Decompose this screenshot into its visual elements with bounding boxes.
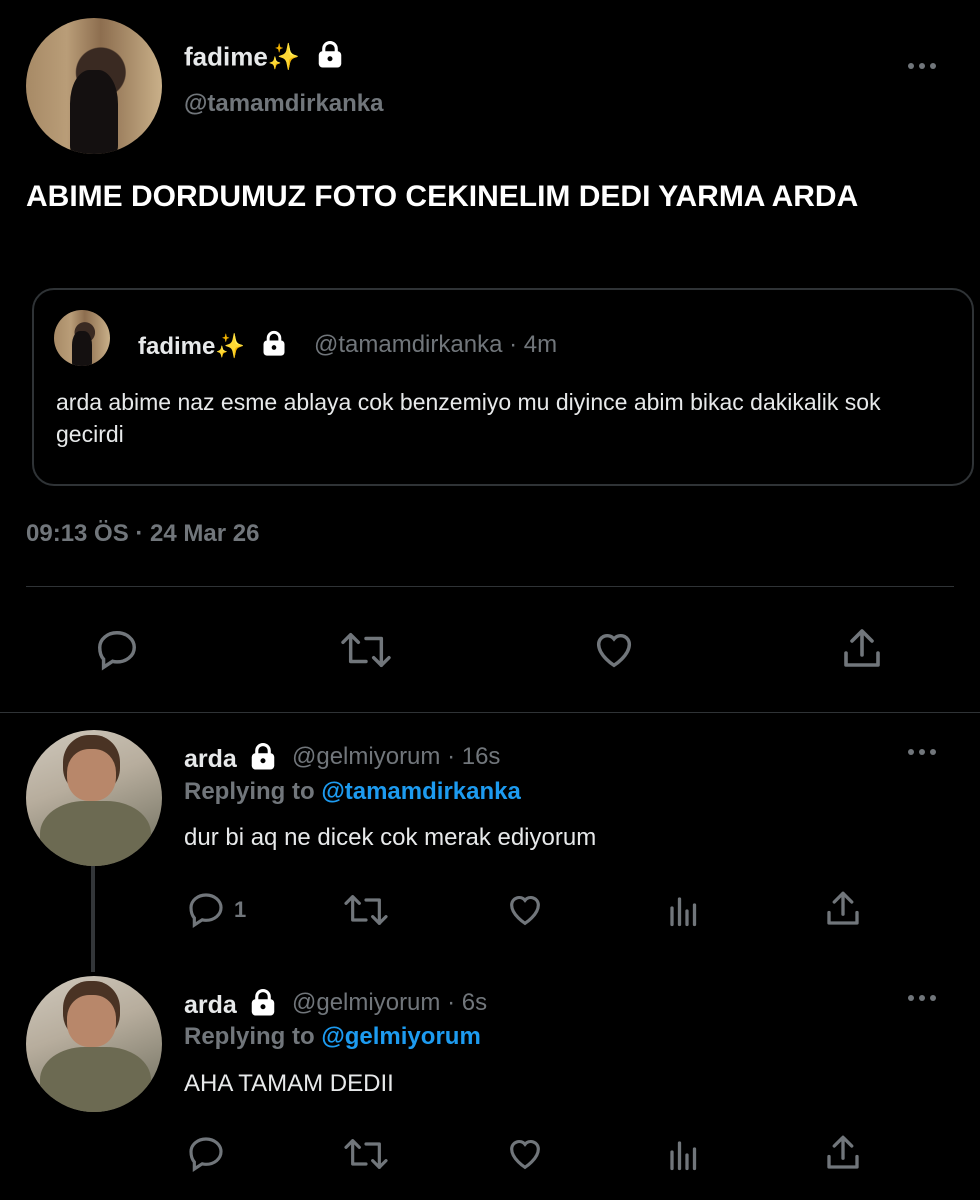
author-name[interactable]: fadime✨ — [184, 40, 345, 77]
avatar[interactable] — [26, 18, 162, 154]
share-button[interactable] — [822, 888, 864, 930]
more-icon[interactable] — [908, 995, 936, 1001]
like-icon — [590, 627, 638, 673]
share-button[interactable] — [838, 625, 886, 673]
analytics-icon — [666, 1136, 702, 1174]
retweet-icon — [342, 890, 390, 930]
like-button[interactable] — [504, 890, 546, 930]
lock-icon — [315, 40, 345, 77]
reply-button[interactable] — [94, 627, 140, 673]
retweet-icon — [338, 627, 394, 673]
author-handle[interactable]: @gelmiyorum · 16s — [292, 743, 500, 771]
reply-button[interactable]: 1 — [186, 890, 246, 930]
quoted-tweet[interactable]: fadime✨ @tamamdirkanka · 4m arda abime n… — [32, 288, 974, 486]
avatar[interactable] — [54, 310, 110, 366]
share-icon — [838, 625, 886, 673]
lock-icon — [260, 330, 288, 365]
author-handle[interactable]: @gelmiyorum · 6s — [292, 989, 487, 1017]
like-button[interactable] — [504, 1134, 546, 1174]
replying-to: Replying to @tamamdirkanka — [184, 778, 521, 805]
retweet-button[interactable] — [342, 1134, 390, 1174]
retweet-button[interactable] — [338, 627, 394, 673]
replying-to: Replying to @gelmiyorum — [184, 1023, 481, 1050]
retweet-icon — [342, 1134, 390, 1174]
author-handle[interactable]: @tamamdirkanka — [184, 90, 384, 118]
analytics-icon — [666, 892, 702, 930]
tweet-text: ABIME DORDUMUZ FOTO CEKINELIM DEDI YARMA… — [26, 180, 859, 213]
tweet-text: dur bi aq ne dicek cok merak ediyorum — [184, 824, 597, 851]
author-name[interactable]: arda — [184, 742, 278, 779]
quoted-author-handle: @tamamdirkanka · 4m — [314, 331, 558, 358]
divider — [26, 586, 954, 587]
avatar[interactable] — [26, 976, 162, 1112]
quoted-author-name: fadime✨ — [138, 330, 288, 365]
reply-icon — [186, 890, 226, 930]
share-button[interactable] — [822, 1132, 864, 1174]
like-icon — [504, 890, 546, 930]
retweet-button[interactable] — [342, 890, 390, 930]
mention-link[interactable]: @tamamdirkanka — [321, 778, 521, 805]
like-icon — [504, 1134, 546, 1174]
mention-link[interactable]: @gelmiyorum — [321, 1023, 480, 1050]
author-name[interactable]: arda — [184, 988, 278, 1025]
more-icon[interactable] — [908, 63, 936, 69]
analytics-button[interactable] — [666, 1136, 702, 1174]
reply-icon — [186, 1134, 226, 1174]
like-button[interactable] — [590, 627, 638, 673]
reply-button[interactable] — [186, 1134, 226, 1174]
analytics-button[interactable] — [666, 892, 702, 930]
tweet-text: AHA TAMAM DEDII — [184, 1070, 394, 1097]
reply-icon — [94, 627, 140, 673]
lock-icon — [248, 988, 278, 1025]
share-icon — [822, 1132, 864, 1174]
more-icon[interactable] — [908, 749, 936, 755]
tweet-timestamp[interactable]: 09:13 ÖS · 24 Mar 26 — [26, 520, 259, 548]
reply-count: 1 — [234, 897, 247, 922]
lock-icon — [248, 742, 278, 779]
quoted-tweet-text: arda abime naz esme ablaya cok benzemiyo… — [56, 389, 881, 447]
divider — [0, 712, 980, 713]
share-icon — [822, 888, 864, 930]
thread-line — [91, 866, 95, 972]
avatar[interactable] — [26, 730, 162, 866]
